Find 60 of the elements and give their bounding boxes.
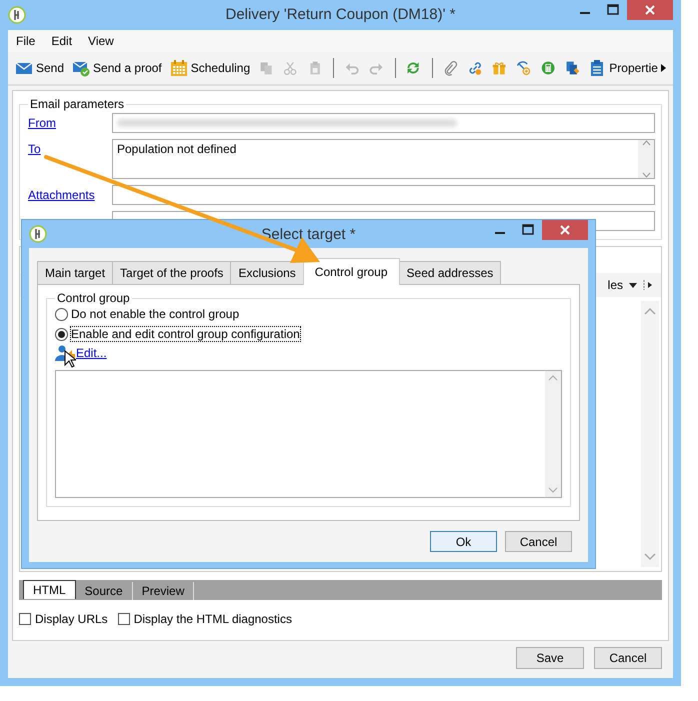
scroll-down-icon (642, 172, 650, 178)
group-title: Email parameters (29, 97, 126, 111)
scroll-up-icon (644, 307, 656, 315)
input-field[interactable] (112, 185, 655, 205)
field-link[interactable]: Attachments (28, 185, 112, 202)
window-title: Delivery 'Return Coupon (DM18)' * (224, 6, 456, 23)
radio-button[interactable] (55, 308, 68, 320)
target-plus-icon[interactable] (516, 59, 531, 77)
paperclip-icon[interactable] (443, 59, 458, 77)
dropdown-text[interactable]: les (608, 278, 623, 292)
scroll-down-icon (644, 553, 656, 561)
editor-tab[interactable]: Preview (132, 582, 194, 600)
close-icon[interactable] (542, 220, 588, 240)
close-icon[interactable] (627, 0, 673, 20)
scroll-down-icon (548, 487, 558, 493)
radio-label: Enable and edit control group configuration (71, 327, 300, 341)
scrollbar[interactable] (641, 301, 659, 567)
calculator-icon[interactable] (540, 59, 555, 77)
field-link[interactable]: To (28, 139, 112, 156)
dialog-button[interactable]: Ok (430, 531, 497, 552)
editor-tab[interactable]: Source (76, 582, 133, 600)
input-field[interactable]: Population not defined (112, 139, 655, 179)
checkbox-label: Display the HTML diagnostics (134, 612, 292, 626)
menu-item[interactable]: File (10, 34, 42, 48)
dialog-tab[interactable]: Exclusions (230, 261, 304, 284)
toolbar-button[interactable]: Propertie (585, 57, 669, 79)
menu-item[interactable]: View (82, 34, 120, 48)
cursor-icon (64, 350, 76, 368)
dialog-button[interactable]: Cancel (505, 531, 572, 552)
caret-icon (660, 64, 666, 72)
field-link[interactable]: From (28, 113, 112, 130)
app-logo-icon (8, 6, 26, 24)
checkbox[interactable] (118, 613, 130, 625)
scroll-up-icon (548, 375, 558, 381)
checkbox[interactable] (19, 613, 31, 625)
dialog-tab[interactable]: Control group (302, 258, 400, 285)
dialog-tab[interactable]: Main target (37, 261, 114, 284)
caret-icon[interactable] (629, 282, 637, 288)
toolbar-button[interactable]: Send a proof (69, 57, 165, 79)
group-title: Control group (56, 291, 131, 305)
dialog-tab[interactable]: Seed addresses (398, 261, 502, 284)
mail-check-icon (72, 59, 90, 77)
dialog-tab[interactable]: Target of the proofs (112, 261, 232, 284)
more-icon[interactable] (643, 279, 653, 291)
radio-button[interactable] (55, 328, 68, 340)
footer-button[interactable]: Cancel (594, 647, 662, 669)
documents-icon[interactable] (564, 59, 580, 77)
scroll-up-icon (642, 140, 650, 146)
calendar-icon (170, 59, 188, 77)
toolbar-button[interactable]: Scheduling (166, 57, 254, 79)
link-icon[interactable] (468, 59, 482, 77)
checkbox-label: Display URLs (35, 612, 108, 626)
menu-item[interactable]: Edit (45, 34, 78, 48)
input-field[interactable] (112, 113, 655, 133)
toolbar-button[interactable]: Send (12, 57, 68, 79)
app-logo-icon (29, 225, 47, 243)
radio-label: Do not enable the control group (71, 307, 240, 321)
editor-tab[interactable]: HTML (23, 580, 76, 599)
footer-button[interactable]: Save (516, 647, 584, 669)
edit-link[interactable]: Edit... (76, 346, 107, 360)
